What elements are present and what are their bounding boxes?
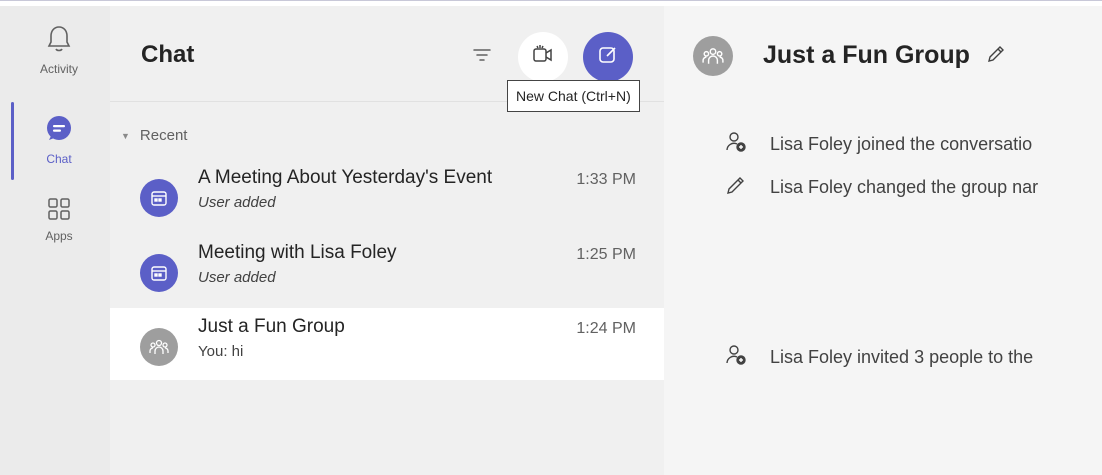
rail-label-activity: Activity — [39, 62, 78, 76]
rail-label-chat: Chat — [46, 152, 72, 166]
rail-item-apps[interactable]: Apps — [14, 197, 104, 243]
rail-item-activity[interactable]: Activity — [14, 24, 104, 76]
event-text: Lisa Foley joined the conversatio — [770, 134, 1033, 154]
rail-item-chat[interactable]: Chat — [14, 114, 104, 166]
conversation-header: Just a Fun Group — [664, 6, 1102, 102]
app-rail: Activity Chat Apps — [0, 6, 110, 475]
person-add-icon — [724, 343, 748, 372]
chat-list-title: Chat — [141, 41, 195, 68]
chat-row-name: A Meeting About Yesterday's Event — [198, 167, 493, 188]
group-icon — [140, 328, 178, 366]
conversation-pane: Just a Fun Group Lisa Foley joined the c… — [664, 6, 1102, 475]
new-chat-button[interactable] — [583, 32, 633, 82]
filter-icon — [472, 47, 492, 68]
system-event: Lisa Foley changed the group nar — [724, 173, 1038, 202]
recent-label: Recent — [139, 127, 188, 144]
chat-row-subtitle: User added — [198, 269, 276, 286]
chat-row-time: 1:25 PM — [576, 246, 636, 263]
chat-row-selected[interactable]: Just a Fun Group You: hi 1:24 PM — [110, 308, 664, 380]
rail-label-apps: Apps — [45, 229, 73, 243]
conversation-title: Just a Fun Group — [763, 41, 970, 69]
system-event: Lisa Foley joined the conversatio — [724, 130, 1032, 159]
recent-section-header[interactable]: ▼ Recent — [121, 127, 187, 144]
system-event: Lisa Foley invited 3 people to the — [724, 343, 1033, 372]
person-add-icon — [724, 130, 748, 159]
event-text: Lisa Foley changed the group nar — [770, 177, 1039, 197]
chat-row-name: Just a Fun Group — [198, 316, 345, 337]
teams-window: Activity Chat Apps Chat ▼ Recent A Meeti… — [0, 0, 1102, 475]
chat-row-time: 1:33 PM — [576, 171, 636, 188]
new-chat-tooltip: New Chat (Ctrl+N) — [507, 80, 640, 112]
edit-group-name-button[interactable] — [986, 44, 1006, 69]
group-avatar-icon — [693, 36, 733, 76]
pencil-icon — [986, 46, 1006, 68]
meet-now-button[interactable] — [518, 32, 568, 82]
apps-icon — [47, 197, 71, 226]
video-call-icon — [531, 43, 555, 72]
pencil-icon — [724, 173, 748, 202]
chat-list-pane: Chat ▼ Recent A Meeting About Yesterday'… — [110, 6, 664, 475]
meeting-icon — [140, 254, 178, 292]
bell-icon — [47, 24, 71, 59]
chat-row[interactable]: Meeting with Lisa Foley User added 1:25 … — [110, 234, 664, 306]
chat-row-subtitle: You: hi — [198, 343, 244, 360]
filter-button[interactable] — [457, 32, 507, 82]
chat-row-name: Meeting with Lisa Foley — [198, 242, 397, 263]
event-text: Lisa Foley invited 3 people to the — [770, 347, 1034, 367]
caret-down-icon: ▼ — [121, 130, 130, 141]
chat-row-subtitle: User added — [198, 194, 276, 211]
chat-icon — [44, 114, 74, 149]
compose-icon — [597, 44, 619, 71]
chat-row-time: 1:24 PM — [576, 320, 636, 337]
meeting-icon — [140, 179, 178, 217]
chat-row[interactable]: A Meeting About Yesterday's Event User a… — [110, 159, 664, 231]
